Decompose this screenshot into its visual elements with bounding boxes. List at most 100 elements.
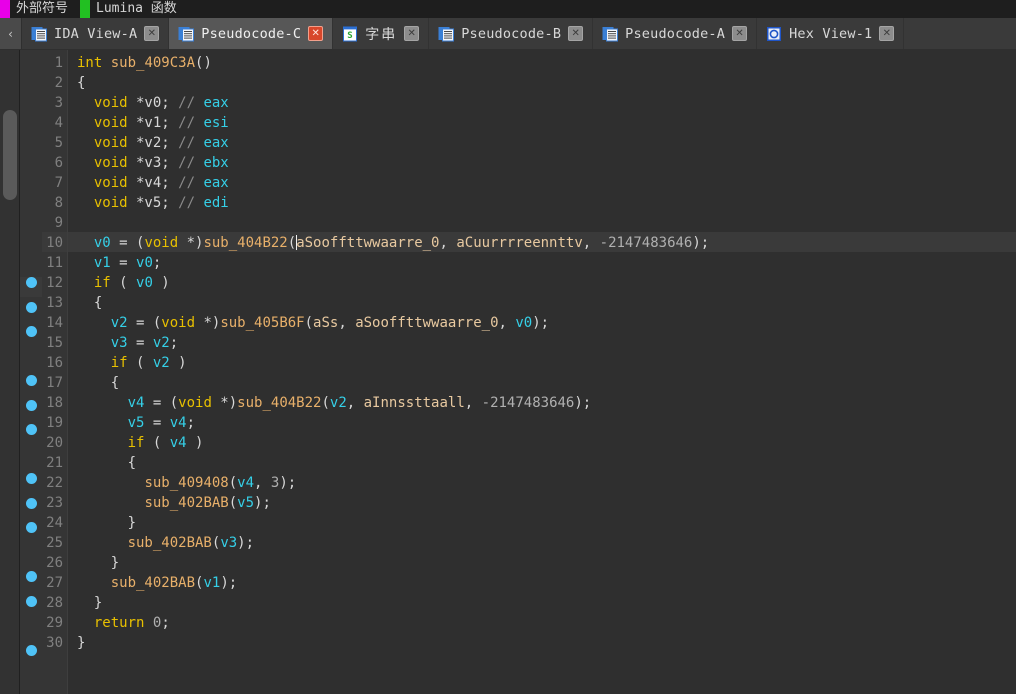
token-pun: *v2; xyxy=(127,135,179,151)
tab-ida-view-a[interactable]: IDA View-A ✕ xyxy=(22,18,170,49)
tab-pseudocode-a[interactable]: Pseudocode-A ✕ xyxy=(593,18,758,49)
code-line[interactable]: void *v3; // ebx xyxy=(68,152,1016,172)
code-line[interactable] xyxy=(68,212,1016,232)
breakpoint-gutter-row[interactable] xyxy=(20,522,42,542)
breakpoint-dot-icon[interactable] xyxy=(25,375,37,386)
code-line[interactable]: if ( v2 ) xyxy=(68,352,1016,372)
line-number: 11 xyxy=(46,255,63,271)
breakpoint-dot-icon[interactable] xyxy=(25,277,37,288)
tab-hex-view-1[interactable]: Hex View-1 ✕ xyxy=(757,18,905,49)
breakpoint-slot xyxy=(26,449,37,460)
breakpoint-slot xyxy=(26,81,37,92)
tab-pseudocode-b[interactable]: Pseudocode-B ✕ xyxy=(429,18,594,49)
breakpoint-gutter-row[interactable] xyxy=(20,301,42,322)
pseudocode-editor[interactable]: 1 2 3 4 5 6 7 8 9 10 11 12 13 14 15 16 17 18 19 20 21 22 23 24 2… xyxy=(20,50,1016,694)
code-line[interactable]: void *v2; // eax xyxy=(68,132,1016,152)
breakpoint-gutter-row[interactable] xyxy=(20,179,42,199)
breakpoint-gutter-row[interactable] xyxy=(20,351,42,371)
code-line[interactable]: void *v1; // esi xyxy=(68,112,1016,132)
code-line[interactable]: v4 = (void *)sub_404B22(v2, aInnssttaall… xyxy=(68,392,1016,412)
token-kw: void xyxy=(144,235,179,251)
breakpoint-gutter-row[interactable] xyxy=(20,204,42,224)
code-pane[interactable]: int sub_409C3A(){ void *v0; // eax void … xyxy=(68,50,1016,694)
tab-tab-2[interactable]: S 字串 ✕ xyxy=(333,18,430,49)
breakpoint-dot-icon[interactable] xyxy=(25,301,37,313)
breakpoint-gutter-row[interactable] xyxy=(20,547,42,567)
breakpoint-gutter-row[interactable] xyxy=(20,106,42,126)
breakpoint-gutter-row[interactable] xyxy=(20,620,42,640)
code-line[interactable]: v0 = (void *)sub_404B22(aSooffttwwaarre_… xyxy=(68,232,1016,252)
code-line[interactable]: } xyxy=(68,552,1016,572)
line-number-row: 22 xyxy=(42,472,67,492)
breakpoint-dot-icon[interactable] xyxy=(25,424,37,435)
breakpoint-gutter-row[interactable] xyxy=(20,595,42,616)
close-icon[interactable]: ✕ xyxy=(404,26,420,41)
code-line[interactable]: if ( v0 ) xyxy=(68,272,1016,292)
close-icon[interactable]: ✕ xyxy=(879,26,895,41)
breakpoint-gutter-row[interactable] xyxy=(20,644,42,665)
token-fn: sub_409408 xyxy=(144,475,229,491)
breakpoint-dot-icon[interactable] xyxy=(25,497,37,509)
breakpoint-gutter-row[interactable] xyxy=(20,669,42,689)
line-number-gutter: 1 2 3 4 5 6 7 8 9 10 11 12 13 14 15 16 17 18 19 20 21 22 23 24 2… xyxy=(42,50,68,694)
breakpoint-gutter[interactable] xyxy=(20,50,42,694)
code-line[interactable]: int sub_409C3A() xyxy=(68,52,1016,72)
code-line[interactable]: void *v5; // edi xyxy=(68,192,1016,212)
tab-scroll-left-button[interactable]: ‹ xyxy=(0,18,22,49)
code-line[interactable]: { xyxy=(68,292,1016,312)
breakpoint-dot-icon[interactable] xyxy=(25,522,37,533)
code-line[interactable]: { xyxy=(68,72,1016,92)
code-line[interactable]: } xyxy=(68,592,1016,612)
breakpoint-gutter-row[interactable] xyxy=(20,155,42,175)
code-line[interactable]: v3 = v2; xyxy=(68,332,1016,352)
left-scrollbar-thumb[interactable] xyxy=(3,110,17,200)
line-number-row: 26 xyxy=(42,552,67,572)
breakpoint-gutter-row[interactable] xyxy=(20,375,42,395)
code-line[interactable]: v5 = v4; xyxy=(68,412,1016,432)
breakpoint-gutter-row[interactable] xyxy=(20,449,42,469)
token-pun: , xyxy=(464,395,482,411)
close-icon[interactable]: ✕ xyxy=(144,26,160,41)
code-line[interactable]: { xyxy=(68,452,1016,472)
breakpoint-gutter-row[interactable] xyxy=(20,571,42,591)
code-line[interactable]: sub_402BAB(v1); xyxy=(68,572,1016,592)
code-line[interactable]: void *v4; // eax xyxy=(68,172,1016,192)
breakpoint-gutter-row[interactable] xyxy=(20,497,42,518)
breakpoint-dot-icon[interactable] xyxy=(25,644,37,656)
breakpoint-gutter-row[interactable] xyxy=(20,424,42,444)
token-fn: sub_404B22 xyxy=(237,395,322,411)
breakpoint-gutter-row[interactable] xyxy=(20,277,42,297)
breakpoint-gutter-row[interactable] xyxy=(20,326,42,346)
breakpoint-gutter-row[interactable] xyxy=(20,228,42,248)
code-line[interactable]: { xyxy=(68,372,1016,392)
breakpoint-dot-icon[interactable] xyxy=(25,399,37,411)
code-line[interactable]: v1 = v0; xyxy=(68,252,1016,272)
left-vertical-scrollbar[interactable] xyxy=(0,50,20,694)
line-number: 2 xyxy=(54,75,63,91)
close-icon[interactable]: ✕ xyxy=(732,26,748,41)
breakpoint-gutter-row[interactable] xyxy=(20,473,42,493)
tab-pseudocode-c[interactable]: Pseudocode-C ✕ xyxy=(169,18,334,49)
breakpoint-gutter-row[interactable] xyxy=(20,253,42,273)
breakpoint-gutter-row[interactable] xyxy=(20,57,42,77)
code-line[interactable]: sub_402BAB(v3); xyxy=(68,532,1016,552)
close-icon[interactable]: ✕ xyxy=(568,26,584,41)
breakpoint-dot-icon[interactable] xyxy=(25,595,37,607)
code-line[interactable]: sub_402BAB(v5); xyxy=(68,492,1016,512)
code-line[interactable]: } xyxy=(68,512,1016,532)
breakpoint-dot-icon[interactable] xyxy=(25,326,37,337)
code-line[interactable]: } xyxy=(68,632,1016,652)
code-line[interactable]: if ( v4 ) xyxy=(68,432,1016,452)
code-line[interactable]: sub_409408(v4, 3); xyxy=(68,472,1016,492)
line-number: 29 xyxy=(46,615,63,631)
breakpoint-gutter-row[interactable] xyxy=(20,81,42,101)
code-line[interactable]: v2 = (void *)sub_405B6F(aSs, aSooffttwwa… xyxy=(68,312,1016,332)
breakpoint-gutter-row[interactable] xyxy=(20,130,42,150)
close-icon[interactable]: ✕ xyxy=(308,26,324,41)
line-number-row: 14 xyxy=(42,312,67,332)
code-line[interactable]: void *v0; // eax xyxy=(68,92,1016,112)
breakpoint-dot-icon[interactable] xyxy=(25,473,37,484)
breakpoint-dot-icon[interactable] xyxy=(25,571,37,582)
breakpoint-gutter-row[interactable] xyxy=(20,399,42,420)
code-line[interactable]: return 0; xyxy=(68,612,1016,632)
